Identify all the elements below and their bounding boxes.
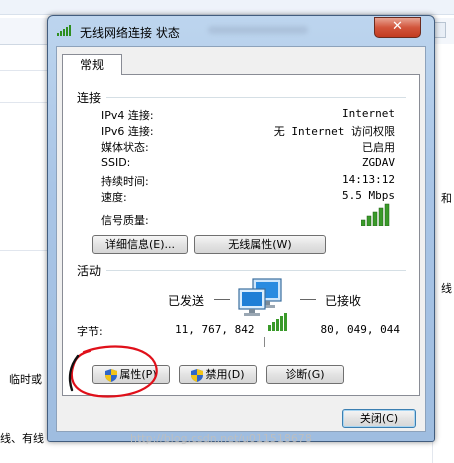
ipv6-value: 无 Internet 访问权限 — [273, 125, 395, 138]
activity-divider — [264, 337, 265, 347]
media-state-label: 媒体状态: — [101, 141, 149, 154]
title-blur — [208, 26, 308, 34]
ssid-value: ZGDAV — [361, 156, 395, 169]
sent-dash — [214, 299, 230, 300]
speed-label: 速度: — [101, 191, 127, 204]
signal-bars-icon — [57, 25, 71, 36]
disable-button[interactable]: 禁用(D) — [179, 365, 257, 384]
background-divider — [0, 102, 48, 103]
properties-button-label: 属性(P) — [119, 368, 157, 381]
group-divider — [106, 270, 406, 271]
background-text: 线 — [441, 282, 452, 295]
background-text: 和 — [441, 192, 452, 205]
signal-quality-label: 信号质量: — [101, 214, 149, 227]
connection-group-label: 连接 — [77, 91, 102, 105]
duration-value: 14:13:12 — [342, 173, 395, 186]
details-button[interactable]: 详细信息(E)... — [92, 235, 188, 254]
bytes-label: 字节: — [77, 325, 103, 338]
ipv6-label: IPv6 连接: — [101, 125, 154, 138]
ipv4-label: IPv4 连接: — [101, 109, 154, 122]
group-divider — [106, 97, 406, 98]
media-state-value: 已启用 — [362, 141, 395, 154]
close-window-button[interactable]: ✕ — [374, 17, 421, 38]
general-tab-panel: 连接 IPv4 连接: Internet IPv6 连接: 无 Internet… — [62, 74, 420, 396]
background-text: 线、有线 — [0, 432, 44, 445]
dialog-client-area: 常规 连接 IPv4 连接: Internet IPv6 连接: 无 Inter… — [56, 46, 426, 432]
speed-value: 5.5 Mbps — [342, 189, 395, 202]
received-label: 已接收 — [325, 294, 362, 308]
uac-shield-icon — [105, 368, 118, 382]
diagnose-button[interactable]: 诊断(G) — [266, 365, 344, 384]
ipv4-value: Internet — [342, 107, 395, 120]
bytes-received-value: 80, 049, 044 — [320, 323, 400, 336]
tab-general[interactable]: 常规 — [62, 54, 122, 75]
wireless-properties-button[interactable]: 无线属性(W) — [194, 235, 326, 254]
properties-button[interactable]: 属性(P) — [92, 365, 170, 384]
background-divider — [0, 70, 48, 71]
title-bar[interactable]: 无线网络连接 状态 ✕ — [48, 16, 434, 46]
watermark: http://blog.csdn.net/u011518678 — [130, 432, 312, 445]
disable-button-label: 禁用(D) — [205, 368, 245, 381]
background-window-strip — [0, 0, 454, 15]
received-dash — [300, 299, 316, 300]
background-text: 临时或 — [9, 373, 42, 386]
signal-bars-icon — [361, 203, 390, 226]
ssid-label: SSID: — [101, 156, 131, 169]
wireless-status-dialog: 无线网络连接 状态 ✕ 常规 连接 IPv4 连接: Internet IPv6… — [47, 15, 435, 442]
dialog-title: 无线网络连接 状态 — [80, 26, 180, 40]
background-right-column — [432, 44, 454, 463]
activity-group-label: 活动 — [77, 264, 102, 278]
duration-label: 持续时间: — [101, 175, 149, 188]
uac-shield-icon — [191, 368, 204, 382]
background-divider — [0, 250, 48, 251]
sent-label: 已发送 — [168, 294, 205, 308]
close-dialog-button[interactable]: 关闭(C) — [342, 409, 416, 428]
bytes-sent-value: 11, 767, 842 — [175, 323, 255, 336]
